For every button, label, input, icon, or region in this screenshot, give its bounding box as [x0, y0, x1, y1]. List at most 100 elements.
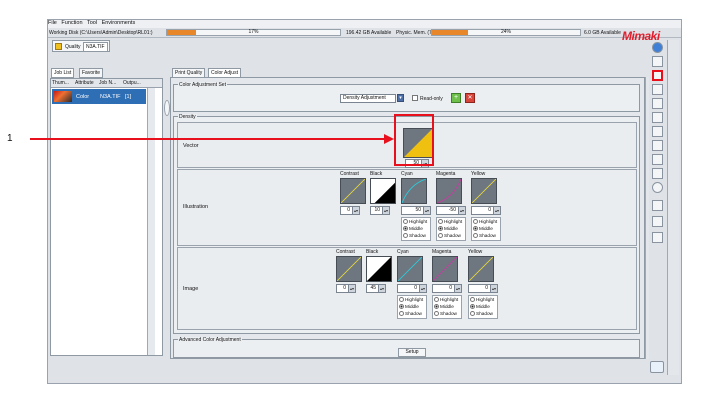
disk-available: 196.42 GB Available	[346, 30, 392, 36]
image-yellow-curve[interactable]	[468, 256, 494, 282]
job-row[interactable]: Color N3A.TIF [1]	[52, 89, 146, 104]
radio-middle[interactable]: Middle	[434, 304, 454, 310]
spinner-arrows-icon[interactable]: ▴▾	[423, 207, 430, 214]
radio-shadow[interactable]: Shadow	[434, 311, 457, 317]
radio-highlight[interactable]: Highlight	[403, 219, 427, 225]
delete-set-button[interactable]: ✕	[465, 93, 475, 103]
radio-middle[interactable]: Middle	[473, 226, 493, 232]
illus-yellow-curve[interactable]	[471, 178, 497, 204]
chevron-down-icon[interactable]: ▾	[397, 94, 404, 102]
illus-magenta-value: -50	[448, 207, 456, 213]
list-tool-icon[interactable]	[652, 216, 663, 227]
radio-highlight[interactable]: Highlight	[473, 219, 497, 225]
job-list-scrollbar[interactable]	[147, 88, 155, 355]
illus-cyan-spinner[interactable]: 50 ▴▾	[401, 206, 431, 215]
radio-highlight[interactable]: Highlight	[438, 219, 462, 225]
readonly-checkbox[interactable]	[412, 95, 418, 101]
tab-favorite[interactable]: Favorite	[79, 68, 104, 78]
image-contrast-spinner[interactable]: 0 ▴▾	[336, 284, 356, 293]
radio-middle[interactable]: Middle	[399, 304, 419, 310]
illus-black-curve[interactable]	[370, 178, 396, 204]
illus-magenta-curve[interactable]	[436, 178, 462, 204]
color-adjust-tool-icon[interactable]	[652, 70, 663, 81]
image-cyan-curve[interactable]	[397, 256, 423, 282]
image-black-label: Black	[366, 249, 379, 255]
callout-number: 1	[7, 133, 13, 144]
image-black-spinner[interactable]: 45 ▴▾	[366, 284, 386, 293]
smiley-icon[interactable]	[652, 168, 663, 179]
main-scrollbar[interactable]	[667, 40, 679, 375]
radio-middle[interactable]: Middle	[438, 226, 458, 232]
image-magenta-spinner[interactable]: 0 ▴▾	[432, 284, 462, 293]
add-set-button[interactable]: +	[451, 93, 461, 103]
radio-highlight[interactable]: Highlight	[399, 297, 423, 303]
blue-tool-icon[interactable]	[652, 126, 663, 137]
image-contrast-curve[interactable]	[336, 256, 362, 282]
radio-shadow[interactable]: Shadow	[403, 233, 426, 239]
spinner-arrows-icon[interactable]: ▴▾	[454, 285, 461, 292]
trash-icon[interactable]	[652, 232, 663, 243]
radio-middle[interactable]: Middle	[403, 226, 423, 232]
menu-function[interactable]: Function	[61, 20, 82, 26]
spinner-arrows-icon[interactable]: ▴▾	[458, 207, 465, 214]
setup-button[interactable]: Setup	[398, 348, 426, 357]
illus-contrast-spinner[interactable]: 0 ▴▾	[340, 206, 360, 215]
info-icon[interactable]	[652, 42, 663, 53]
spinner-arrows-icon[interactable]: ▴▾	[378, 285, 385, 292]
radio-shadow[interactable]: Shadow	[473, 233, 496, 239]
tab-job-list[interactable]: Job List	[51, 68, 75, 78]
color-adjustment-set-group: Color Adjustment Set Density Adjustment …	[173, 82, 640, 112]
layout-icon[interactable]	[652, 56, 663, 67]
spinner-arrows-icon[interactable]: ▴▾	[419, 285, 426, 292]
illus-cyan-curve[interactable]	[401, 178, 427, 204]
spinner-arrows-icon[interactable]: ▴▾	[352, 207, 359, 214]
panel-scrollbar[interactable]	[645, 77, 649, 359]
advanced-color-title: Advanced Color Adjustment	[178, 337, 242, 343]
image-cyan-spinner[interactable]: 0 ▴▾	[397, 284, 427, 293]
spinner-arrows-icon[interactable]: ▴▾	[493, 207, 500, 214]
illus-magenta-spinner[interactable]: -50 ▴▾	[436, 206, 466, 215]
job-list-header: Thum... Attribute Job N... Outpu...	[51, 79, 162, 88]
green-tool-icon[interactable]	[652, 98, 663, 109]
color-set-select[interactable]: Density Adjustment	[340, 94, 396, 103]
image-yellow-spinner[interactable]: 0 ▴▾	[468, 284, 498, 293]
grid-tool-icon[interactable]	[652, 140, 663, 151]
color-wheel-icon[interactable]	[652, 182, 663, 193]
disk-usage-percent: 17%	[248, 29, 259, 35]
illus-magenta-range-radios: Highlight Middle Shadow	[436, 217, 466, 241]
radio-shadow[interactable]: Shadow	[470, 311, 493, 317]
image-magenta-curve[interactable]	[432, 256, 458, 282]
image-row: Image Contrast Black Cyan Magenta Yellow…	[177, 247, 637, 330]
col-attribute[interactable]: Attribute	[75, 80, 94, 86]
refresh-icon[interactable]	[650, 361, 664, 373]
illus-contrast-curve[interactable]	[340, 178, 366, 204]
radio-highlight[interactable]: Highlight	[470, 297, 494, 303]
radio-shadow[interactable]: Shadow	[438, 233, 461, 239]
spinner-arrows-icon[interactable]: ▴▾	[490, 285, 497, 292]
col-output[interactable]: Outpu...	[123, 80, 141, 86]
spinner-arrows-icon[interactable]: ▴▾	[348, 285, 355, 292]
illus-black-spinner[interactable]: 10 ▴▾	[370, 206, 390, 215]
illus-yellow-spinner[interactable]: 0 ▴▾	[471, 206, 501, 215]
red-bars-icon[interactable]	[652, 112, 663, 123]
right-toolbar	[650, 40, 666, 262]
blank-page-icon[interactable]	[652, 84, 663, 95]
col-job-name[interactable]: Job N...	[99, 80, 116, 86]
color-adjustment-set-title: Color Adjustment Set	[178, 82, 227, 88]
radio-highlight[interactable]: Highlight	[434, 297, 458, 303]
print-preview-icon[interactable]	[652, 154, 663, 165]
image-black-curve[interactable]	[366, 256, 392, 282]
radio-shadow[interactable]: Shadow	[399, 311, 422, 317]
menu-environments[interactable]: Environments	[102, 20, 136, 26]
spinner-arrows-icon[interactable]: ▴▾	[382, 207, 389, 214]
menu-file[interactable]: File	[48, 20, 57, 26]
col-thumbnail[interactable]: Thum...	[52, 80, 69, 86]
tab-quality[interactable]: Quality N3A.TIF	[52, 40, 110, 52]
copy-icon[interactable]	[652, 200, 663, 211]
illus-yellow-range-radios: Highlight Middle Shadow	[471, 217, 501, 241]
radio-middle[interactable]: Middle	[470, 304, 490, 310]
image-yellow-value: 0	[485, 285, 488, 291]
tab-quality-label: Quality	[65, 44, 81, 50]
file-name-tab[interactable]: N3A.TIF	[83, 42, 108, 52]
menu-tool[interactable]: Tool	[87, 20, 97, 26]
